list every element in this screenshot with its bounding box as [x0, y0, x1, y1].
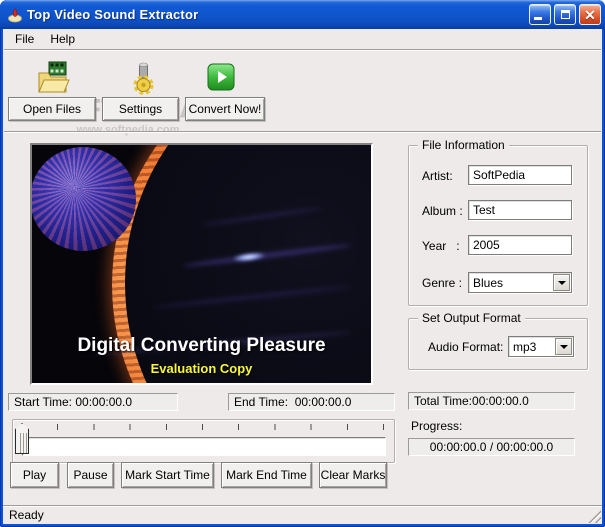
status-text: Ready — [9, 508, 44, 522]
audio-format-dropdown-button[interactable] — [555, 338, 572, 355]
convert-now-button[interactable]: Convert Now! — [185, 97, 265, 121]
close-icon: ✕ — [584, 6, 596, 23]
slider-ticks — [21, 424, 385, 430]
artist-field[interactable] — [468, 165, 572, 185]
open-files-button[interactable]: Open Files — [8, 97, 96, 121]
mark-end-time-button[interactable]: Mark End Time — [221, 462, 312, 488]
year-label: Year : — [422, 239, 460, 253]
genre-label: Genre : — [422, 276, 463, 290]
output-format-legend: Set Output Format — [418, 311, 525, 325]
mark-start-time-button[interactable]: Mark Start Time — [121, 462, 214, 488]
menu-file[interactable]: File — [7, 30, 42, 48]
album-field[interactable] — [468, 200, 572, 220]
audio-format-select[interactable]: mp3 — [508, 336, 574, 357]
open-files-icon — [38, 61, 70, 93]
resize-grip-icon[interactable] — [588, 510, 601, 523]
year-field[interactable] — [468, 235, 572, 255]
status-bar: Ready — [3, 505, 602, 524]
maximize-icon — [560, 10, 570, 19]
progress-panel: 00:00:00.0 / 00:00:00.0 — [408, 438, 575, 456]
menu-help[interactable]: Help — [42, 30, 83, 48]
convert-play-icon — [207, 63, 235, 91]
arrow-down-icon — [559, 344, 568, 349]
timeline-slider[interactable] — [12, 419, 395, 463]
slider-track[interactable] — [22, 437, 386, 456]
maximize-button[interactable] — [554, 4, 576, 25]
slider-thumb[interactable] — [15, 423, 29, 454]
start-time-panel: Start Time: 00:00:00.0 — [8, 393, 178, 411]
blue-planet — [32, 147, 136, 251]
toolbar-divider — [4, 131, 601, 133]
clear-marks-button[interactable]: Clear Marks — [319, 462, 387, 488]
app-icon[interactable] — [7, 7, 23, 23]
close-button[interactable]: ✕ — [579, 4, 601, 25]
minimize-button[interactable] — [529, 4, 551, 25]
file-information-legend: File Information — [418, 138, 509, 152]
video-preview: Digital Converting Pleasure Evaluation C… — [30, 143, 373, 385]
genre-dropdown-button[interactable] — [553, 274, 570, 291]
app-window: Top Video Sound Extractor ✕ File Help SO… — [0, 0, 605, 527]
evaluation-copy-label: Evaluation Copy — [150, 361, 253, 376]
settings-button[interactable]: Settings — [102, 97, 179, 121]
audio-format-label: Audio Format: — [428, 340, 504, 354]
settings-gear-icon — [133, 62, 154, 95]
minimize-icon — [534, 17, 542, 20]
preview-caption: Digital Converting Pleasure — [77, 335, 326, 356]
title-bar[interactable]: Top Video Sound Extractor ✕ — [0, 0, 605, 29]
pause-button[interactable]: Pause — [67, 462, 114, 488]
menu-divider — [4, 49, 601, 51]
menu-bar: File Help — [3, 29, 602, 49]
genre-select[interactable]: Blues — [468, 272, 572, 293]
arrow-down-icon — [557, 280, 566, 285]
total-time-panel: Total Time:00:00:00.0 — [408, 392, 575, 410]
end-time-panel: End Time: 00:00:00.0 — [228, 393, 395, 411]
window-title: Top Video Sound Extractor — [27, 7, 199, 22]
progress-label: Progress: — [411, 419, 463, 433]
album-label: Album : — [422, 204, 463, 218]
artist-label: Artist: — [422, 169, 453, 183]
play-button[interactable]: Play — [10, 462, 59, 488]
